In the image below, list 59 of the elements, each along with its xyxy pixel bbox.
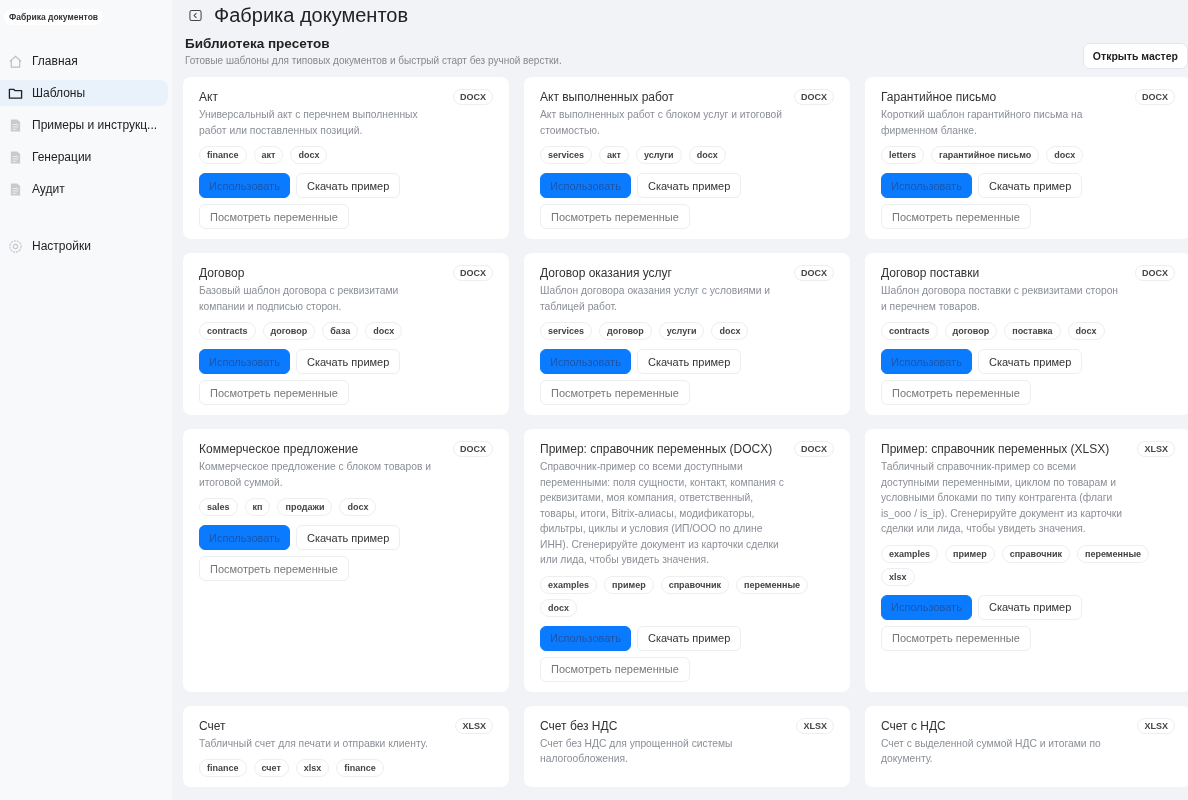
card-title: Акт xyxy=(199,89,218,104)
variables-button[interactable]: Посмотреть переменные xyxy=(199,380,349,405)
download-button[interactable]: Скачать пример xyxy=(637,173,742,198)
card-description: Счет без НДС для упрощенной системы налогообложения. xyxy=(540,736,734,766)
variables-button[interactable]: Посмотреть переменные xyxy=(881,380,1031,405)
card-description: Коммерческое предложение с блоком товаров и итоговой суммой. xyxy=(199,460,432,490)
card-description: Счет с выделенной суммой НДС и итогами по документу. xyxy=(881,736,1102,766)
variables-button[interactable]: Посмотреть переменные xyxy=(540,204,690,229)
sidebar-item[interactable]: Генерации xyxy=(0,144,168,170)
sidebar-item[interactable]: Примеры и инструкц... xyxy=(0,112,168,138)
variables-button[interactable]: Посмотреть переменные xyxy=(540,656,690,682)
card-description: Акт выполненных работ с блоком услуг и итоговой стоимостью. xyxy=(540,108,783,138)
card-title: Коммерческое предложение xyxy=(199,441,359,456)
sidebar-toggle-icon[interactable] xyxy=(189,8,202,22)
open-wizard-button[interactable]: Открыть мастер xyxy=(1082,43,1188,69)
card-description: Базовый шаблон договора с реквизитами компании и подписью сторон. xyxy=(199,284,400,314)
card-description: Шаблон договора оказания услуг с условиями и таблицей работ. xyxy=(540,284,771,314)
variables-button[interactable]: Посмотреть переменные xyxy=(199,556,349,581)
page-title: Фабрика документов xyxy=(214,3,409,27)
sidebar-item[interactable]: Шаблоны xyxy=(0,80,168,106)
variables-button[interactable]: Посмотреть переменные xyxy=(540,380,690,405)
card-description: Справочник-пример со всеми доступными переменными: поля сущности, контакт, компания с реквизитами, моя компания, ответственный, товары, итоги, Bitrix-алиасы, модификаторы, фильтры, циклы и условия (ИП/ООО по длине ИНН). Сгенерируйте документ из карточки сделки или лида, чтобы увидеть значения. xyxy=(540,460,785,567)
section-subtitle: Готовые шаблоны для типовых документов и быстрый старт без ручной верстки. xyxy=(185,55,562,66)
sidebar-item[interactable]: Аудит xyxy=(0,176,168,202)
card-description: Табличный счет для печати и отправки клиенту. xyxy=(199,736,429,751)
sidebar-item[interactable]: Главная xyxy=(0,48,168,74)
download-button[interactable]: Скачать пример xyxy=(296,349,401,374)
download-button[interactable]: Скачать пример xyxy=(637,349,742,374)
card-description: Короткий шаблон гарантийного письма на фирменном бланке. xyxy=(881,108,1084,138)
settings-icon xyxy=(8,238,23,254)
document-icon xyxy=(8,181,23,197)
card-title: Счет xyxy=(199,717,226,733)
card-title: Счет без НДС xyxy=(540,717,618,733)
variables-button[interactable]: Посмотреть переменные xyxy=(881,625,1031,651)
card-title: Договор xyxy=(199,265,245,280)
card-title: Счет с НДС xyxy=(881,717,946,733)
variables-button[interactable]: Посмотреть переменные xyxy=(199,204,349,229)
home-icon xyxy=(8,53,23,69)
download-button[interactable]: Скачать пример xyxy=(978,173,1083,198)
card-title: Пример: справочник переменных (XLSX) xyxy=(881,441,1110,456)
download-button[interactable]: Скачать пример xyxy=(296,173,401,198)
document-icon xyxy=(8,149,23,165)
variables-button[interactable]: Посмотреть переменные xyxy=(881,204,1031,229)
app-badge: Фабрика документов xyxy=(4,9,104,25)
card-title: Пример: справочник переменных (DOCX) xyxy=(540,441,773,456)
download-button[interactable]: Скачать пример xyxy=(978,594,1083,620)
download-button[interactable]: Скачать пример xyxy=(296,525,401,550)
section-title: Библиотека пресетов xyxy=(185,36,331,51)
card-title: Договор оказания услуг xyxy=(540,265,672,280)
download-button[interactable]: Скачать пример xyxy=(978,349,1083,374)
document-icon xyxy=(8,117,23,133)
card-title: Гарантийное письмо xyxy=(881,89,997,104)
card-description: Универсальный акт с перечнем выполненных работ или поставленных позиций. xyxy=(199,108,419,138)
sidebar-item[interactable]: Настройки xyxy=(0,233,168,259)
download-button[interactable]: Скачать пример xyxy=(637,625,742,651)
card-description: Табличный справочник-пример со всеми доступными переменными, циклом по товарам и условными блоками по типу контрагента (флаги is_ooo / is_ip). Сгенерируйте документ из карточки сделки или лида, чтобы увидеть значения. xyxy=(881,460,1123,536)
card-description: Шаблон договора поставки с реквизитами сторон и перечнем товаров. xyxy=(881,284,1120,314)
card-title: Договор поставки xyxy=(881,265,980,280)
card-title: Акт выполненных работ xyxy=(540,89,674,104)
